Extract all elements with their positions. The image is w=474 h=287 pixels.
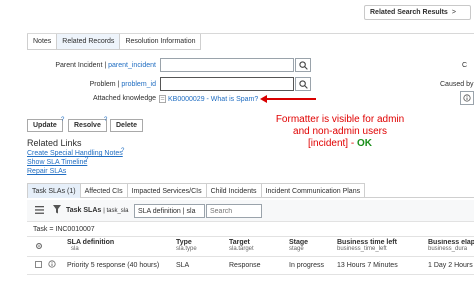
cell-business-time-left: 13 Hours 7 Minutes xyxy=(337,262,398,269)
info-icon xyxy=(463,94,471,102)
tab-incident-communication-plans[interactable]: Incident Communication Plans xyxy=(261,183,366,198)
row-checkbox[interactable] xyxy=(35,261,42,268)
problem-label: Problem | problem_id xyxy=(89,81,156,88)
related-list-tabs: Task SLAs (1) Affected CIs Impacted Serv… xyxy=(27,183,474,198)
column-header-stage[interactable]: Stage stage xyxy=(289,239,308,252)
hamburger-menu-icon[interactable] xyxy=(35,206,44,216)
column-header-type[interactable]: Type sla.type xyxy=(176,239,197,252)
parent-incident-lookup-button[interactable] xyxy=(295,58,311,72)
delete-button[interactable]: Delete xyxy=(110,119,144,132)
resolve-button[interactable]: Resolve xyxy=(68,119,107,132)
document-icon xyxy=(159,95,166,103)
tab-child-incidents[interactable]: Child Incidents xyxy=(206,183,262,198)
parent-incident-label: Parent Incident | parent_incident xyxy=(55,62,156,69)
update-help-icon[interactable]: ? xyxy=(61,117,64,123)
show-sla-timeline-link[interactable]: Show SLA Timeline xyxy=(27,159,87,166)
cell-target: Response xyxy=(229,262,261,269)
related-search-results-button[interactable]: Related Search Results > xyxy=(364,5,471,20)
search-icon xyxy=(298,79,308,89)
annotation-arrow-head xyxy=(260,95,267,103)
tab-task-slas[interactable]: Task SLAs (1) xyxy=(27,183,81,198)
column-header-target[interactable]: Target sla.target xyxy=(229,239,254,252)
tab-resolution-information[interactable]: Resolution Information xyxy=(120,34,202,50)
breadcrumb: Task = INC0010007 xyxy=(33,226,95,233)
annotation-line-2: and non-admin users xyxy=(293,126,387,137)
list-search-input[interactable] xyxy=(206,204,262,218)
annotation-line-1: Formatter is visible for admin xyxy=(275,114,405,125)
annotation-arrow-line xyxy=(264,98,316,100)
annotation-line-3: [incident] - OK xyxy=(308,138,372,149)
caused-by-info-button[interactable] xyxy=(460,91,474,105)
column-header-business-time-left[interactable]: Business time left business_time_left xyxy=(337,239,397,252)
tab-affected-cis[interactable]: Affected CIs xyxy=(80,183,128,198)
problem-input[interactable] xyxy=(160,77,294,91)
handling-notes-help-icon[interactable]: ? xyxy=(121,148,124,154)
annotation-note: Formatter is visible for admin and non-a… xyxy=(254,114,426,150)
caused-by-label: Caused by xyxy=(440,81,474,88)
c-partial-label: C xyxy=(462,62,468,69)
annotation-ok: OK xyxy=(356,138,372,149)
cell-type: SLA xyxy=(176,262,190,269)
tab-notes[interactable]: Notes xyxy=(27,34,58,50)
update-button[interactable]: Update xyxy=(27,119,63,132)
repair-slas-link[interactable]: Repair SLAs xyxy=(27,168,66,175)
column-header-sla-definition[interactable]: SLA definition sla xyxy=(67,239,114,252)
resolve-help-icon[interactable]: ? xyxy=(104,117,107,123)
related-search-results-label: Related Search Results xyxy=(370,9,448,16)
search-field-select[interactable]: SLA definition | sla xyxy=(134,204,205,218)
table-settings-icon[interactable] xyxy=(35,242,43,252)
kb-article-link[interactable]: KB0000029 - What is Spam? xyxy=(168,96,258,103)
create-special-handling-notes-link[interactable]: Create Special Handling Notes xyxy=(27,150,123,157)
tab-related-records[interactable]: Related Records xyxy=(57,34,121,50)
related-links-title: Related Links xyxy=(27,138,82,148)
sla-timeline-help-icon[interactable]: ? xyxy=(85,157,88,163)
attached-knowledge-entry: KB0000029 - What is Spam? xyxy=(159,95,258,103)
column-header-business-elapsed[interactable]: Business elaps business_dura xyxy=(428,239,474,252)
list-title: Task SLAs | task_sla xyxy=(66,207,129,214)
cell-sla-definition[interactable]: Priority 5 response (40 hours) xyxy=(67,262,159,269)
table-row-border xyxy=(27,274,474,275)
parent-incident-input[interactable] xyxy=(160,58,294,72)
problem-lookup-button[interactable] xyxy=(295,77,311,91)
chevron-right-icon: > xyxy=(451,9,456,16)
tab-impacted-services[interactable]: Impacted Services/CIs xyxy=(127,183,207,198)
table-header-top-border xyxy=(27,236,474,237)
form-tabs: Notes Related Records Resolution Informa… xyxy=(27,34,202,50)
search-icon xyxy=(298,60,308,70)
cell-stage: In progress xyxy=(289,262,325,269)
row-info-icon[interactable] xyxy=(48,260,56,270)
filter-icon[interactable] xyxy=(53,205,61,216)
attached-knowledge-label: Attached knowledge xyxy=(92,95,156,102)
cell-business-elapsed: 1 Day 2 Hours xyxy=(428,262,473,269)
